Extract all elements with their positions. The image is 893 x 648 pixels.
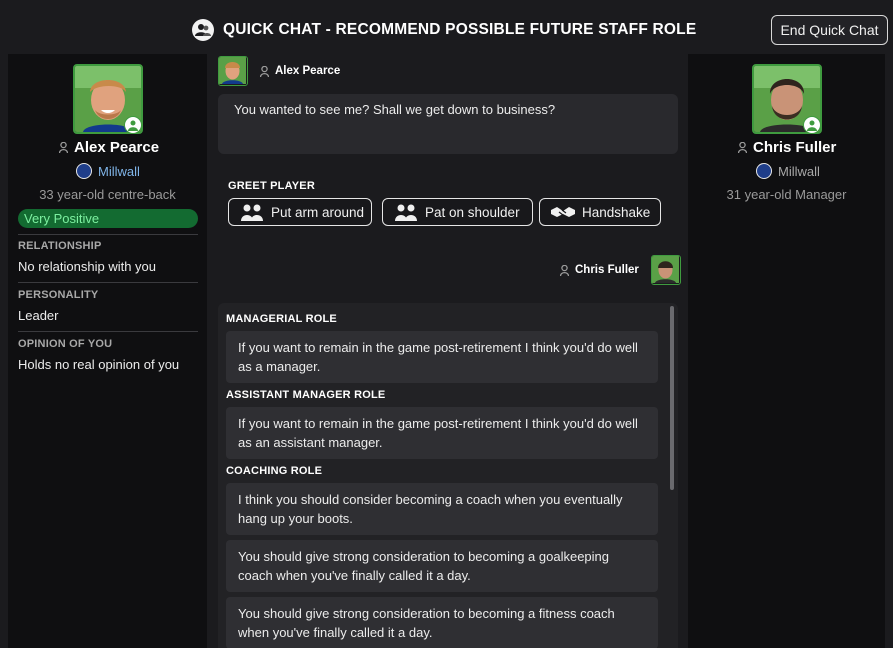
opinion-label: OPINION OF YOU: [18, 338, 113, 350]
relationship-label: RELATIONSHIP: [18, 240, 102, 252]
relationship-status-badge: Very Positive: [18, 209, 198, 228]
put-arm-around-button[interactable]: Put arm around: [228, 198, 372, 226]
millwall-lion-icon: [76, 163, 92, 179]
divider: [18, 234, 198, 235]
page-title: QUICK CHAT - RECOMMEND POSSIBLE FUTURE S…: [223, 21, 697, 38]
greet-player-label: GREET PLAYER: [228, 180, 315, 192]
manager-status-badge: [803, 116, 821, 134]
pat-on-shoulder-button[interactable]: Pat on shoulder: [382, 198, 533, 226]
reply-option-assistant-manager[interactable]: If you want to remain in the game post-r…: [226, 407, 658, 459]
options-scrollbar[interactable]: [670, 306, 674, 490]
option-group-label: COACHING ROLE: [226, 465, 323, 477]
title-group: QUICK CHAT - RECOMMEND POSSIBLE FUTURE S…: [192, 19, 696, 41]
handshake-button[interactable]: Handshake: [539, 198, 661, 226]
put-arm-around-label: Put arm around: [271, 204, 365, 220]
manager-club-row: Millwall: [756, 163, 820, 179]
millwall-lion-icon: [756, 163, 772, 179]
player-status-badge: [124, 116, 142, 134]
divider: [18, 282, 198, 283]
player-description: 33 year-old centre-back: [39, 187, 176, 202]
hug-icon: [241, 204, 263, 221]
end-quick-chat-button[interactable]: End Quick Chat: [771, 15, 888, 45]
manager-name[interactable]: Chris Fuller: [753, 139, 836, 156]
option-group-label: MANAGERIAL ROLE: [226, 313, 337, 325]
player-club[interactable]: Millwall: [98, 164, 140, 179]
reply-options-list: MANAGERIAL ROLE If you want to remain in…: [218, 303, 678, 648]
manager-club[interactable]: Millwall: [778, 164, 820, 179]
manager-description: 31 year-old Manager: [726, 187, 847, 202]
personality-value: Leader: [18, 308, 59, 323]
manager-name-row: Chris Fuller: [738, 139, 836, 156]
reply-option-goalkeeping-coach[interactable]: You should give strong consideration to …: [226, 540, 658, 592]
opinion-value: Holds no real opinion of you: [18, 357, 180, 372]
reply-option-fitness-coach[interactable]: You should give strong consideration to …: [226, 597, 658, 648]
player-message-name: Alex Pearce: [275, 65, 341, 77]
pat-on-shoulder-label: Pat on shoulder: [425, 204, 520, 220]
handshake-icon: [551, 207, 575, 217]
reply-option-managerial[interactable]: If you want to remain in the game post-r…: [226, 331, 658, 383]
person-icon: [738, 142, 747, 153]
reply-option-coach[interactable]: I think you should consider becoming a c…: [226, 483, 658, 535]
player-name[interactable]: Alex Pearce: [74, 139, 159, 156]
chat-heads-icon: [192, 19, 214, 41]
manager-mini-avatar: [650, 255, 681, 285]
player-mini-avatar: [218, 56, 248, 86]
manager-message-header: Chris Fuller: [560, 255, 681, 285]
manager-panel: Chris Fuller Millwall 31 year-old Manage…: [688, 54, 885, 648]
player-name-row: Alex Pearce: [59, 139, 159, 156]
manager-message-name: Chris Fuller: [575, 264, 639, 276]
player-panel: Alex Pearce Millwall 33 year-old centre-…: [8, 54, 207, 648]
person-icon: [260, 65, 269, 77]
option-group-label: ASSISTANT MANAGER ROLE: [226, 389, 386, 401]
player-message: You wanted to see me? Shall we get down …: [218, 94, 678, 154]
title-bar: QUICK CHAT - RECOMMEND POSSIBLE FUTURE S…: [0, 0, 893, 54]
divider: [18, 331, 198, 332]
handshake-label: Handshake: [582, 204, 651, 220]
personality-label: PERSONALITY: [18, 289, 99, 301]
relationship-value: No relationship with you: [18, 259, 157, 274]
player-club-row: Millwall: [76, 163, 140, 179]
player-message-header: Alex Pearce: [218, 56, 340, 86]
person-icon: [560, 264, 569, 276]
pat-shoulder-icon: [395, 204, 417, 221]
person-icon: [59, 142, 68, 153]
